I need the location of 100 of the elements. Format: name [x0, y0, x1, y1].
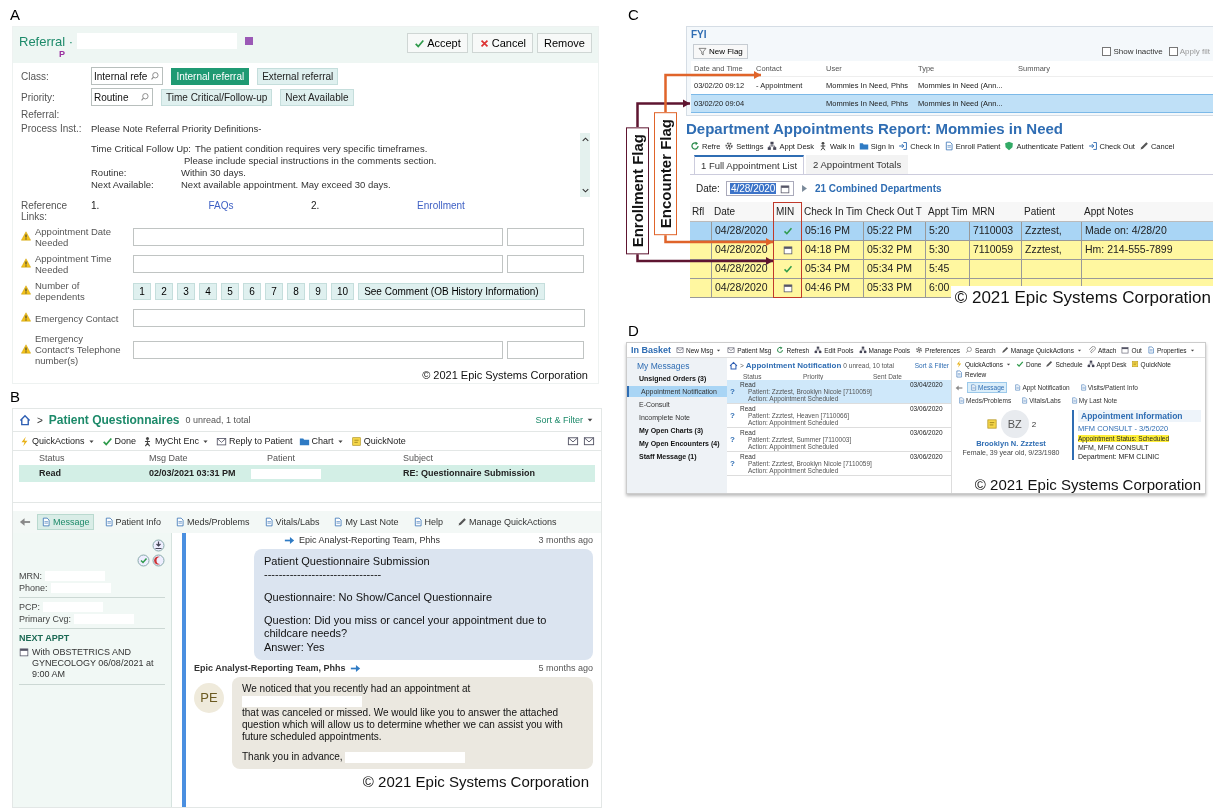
field-label: Process Inst.: [21, 123, 83, 136]
priority-mark: ? [730, 435, 736, 444]
lookup-field[interactable]: Routine [91, 88, 153, 106]
play-icon[interactable] [799, 184, 809, 193]
input-field[interactable] [133, 340, 503, 359]
option-button[interactable]: External referral [257, 67, 339, 85]
download-icon[interactable] [152, 538, 165, 552]
message-count: 0 unread, 1 total [185, 415, 251, 425]
back-arrow-icon[interactable] [19, 515, 31, 528]
input-field[interactable] [507, 340, 584, 359]
option-button[interactable]: Time Critical/Follow-up [161, 88, 273, 106]
document-icon [263, 516, 274, 527]
envelope-icon[interactable] [567, 435, 579, 447]
avatar: BZ [1000, 410, 1029, 438]
cross-icon [478, 37, 490, 49]
reference-link[interactable]: Enrollment [351, 200, 531, 211]
column-header: Subject [402, 452, 435, 465]
toolbar-button[interactable]: Reply to Patient [216, 435, 293, 447]
toolbar-button[interactable]: QuickNote [350, 435, 406, 447]
pencil-icon [1000, 346, 1009, 354]
option-button[interactable]: 9 [309, 282, 327, 300]
action-button[interactable]: Cancel [471, 33, 534, 53]
departments-link[interactable]: 21 Combined Departments [814, 183, 942, 194]
checkbox[interactable] [1102, 47, 1112, 56]
action-button[interactable]: Remove [537, 33, 592, 53]
document-icon [1014, 384, 1022, 391]
tab[interactable]: My Last Note [329, 513, 403, 530]
input-field[interactable] [507, 255, 584, 273]
sort-filter-link[interactable]: Sort & Filter [535, 415, 595, 425]
option-button[interactable]: 10 [331, 282, 355, 300]
input-field[interactable] [507, 228, 584, 246]
network-icon [1086, 360, 1095, 368]
option-button[interactable]: 1 [133, 282, 151, 300]
tab[interactable]: 2 Appointment Totals [806, 155, 909, 174]
checkbox[interactable] [1168, 47, 1178, 56]
tab[interactable]: 1 Full Appointment List [694, 155, 805, 174]
lookup-field[interactable]: Internal refe [91, 67, 164, 85]
tab[interactable]: Meds/Problems [171, 513, 254, 530]
option-button[interactable]: 3 [177, 282, 195, 300]
option-button[interactable]: 8 [287, 282, 305, 300]
report-title: Department Appointments Report: Mommies in Need [686, 119, 1064, 139]
column-header: MRN [970, 202, 1022, 222]
table-cell: 05:22 PM [864, 222, 926, 241]
reference-link[interactable]: FAQs [131, 200, 311, 211]
warning-icon [21, 258, 31, 268]
tab[interactable]: Vitals/Labs [259, 513, 324, 530]
field-label: Referral: [21, 109, 61, 120]
search-icon [965, 346, 974, 354]
new-flag-button[interactable]: New Flag [693, 44, 748, 59]
action-button[interactable]: Accept [407, 33, 468, 53]
field-label: PCP: [19, 601, 40, 612]
pencil-icon [457, 516, 468, 527]
table-cell: 05:32 PM [864, 241, 926, 260]
panel-letter: C [627, 6, 640, 25]
column-header: Patient [266, 452, 297, 465]
home-icon[interactable] [729, 361, 738, 370]
tab[interactable]: Message [37, 513, 94, 530]
date-field[interactable]: 4/28/2020 [725, 181, 794, 196]
field-label: MRN: [19, 570, 42, 581]
folder-icon [858, 141, 869, 151]
option-button[interactable]: Internal referral [171, 67, 250, 85]
option-button[interactable]: Next Available [280, 88, 354, 106]
tab[interactable]: Manage QuickActions [453, 513, 561, 530]
tab[interactable]: Help [408, 513, 448, 530]
annotation-label: Encounter Flag [654, 112, 677, 236]
home-icon[interactable] [19, 414, 31, 426]
option-button[interactable]: 5 [221, 282, 239, 300]
input-field[interactable] [133, 228, 503, 246]
table-cell: 04/28/2020 [712, 279, 774, 298]
toolbar-button[interactable]: MyCht Enc [142, 435, 211, 447]
folder-title: Appointment Notification [745, 361, 842, 370]
input-field[interactable] [133, 255, 503, 273]
table-cell: Made on: 4/28/20 [1082, 222, 1213, 241]
option-button[interactable]: 7 [265, 282, 283, 300]
settings-icon [724, 141, 735, 151]
option-button[interactable]: 2 [155, 282, 173, 300]
back-arrow-icon[interactable] [955, 383, 963, 392]
lightning-icon [19, 435, 30, 447]
input-field[interactable] [133, 309, 585, 327]
envelope-icon[interactable] [583, 435, 595, 447]
option-button[interactable]: 6 [243, 282, 261, 300]
warning-icon [21, 285, 31, 295]
crescent-icon[interactable] [152, 553, 165, 567]
message-time: 5 months ago [538, 663, 593, 674]
option-button[interactable]: See Comment (OB History Information) [358, 282, 545, 300]
table-cell: 04/28/2020 [712, 222, 774, 241]
appointment-text: With OBSTETRICS AND GYNECOLOGY 06/08/2021 at 9:00 AM [32, 646, 155, 680]
option-button[interactable]: 4 [199, 282, 217, 300]
chevron-up-icon[interactable] [580, 135, 590, 144]
toolbar-button[interactable]: Done [101, 435, 137, 447]
scrollbar[interactable] [580, 133, 590, 197]
panel-title: FYI [690, 28, 708, 42]
tab[interactable]: Patient Info [99, 513, 166, 530]
toolbar-button[interactable]: QuickActions [19, 435, 96, 447]
toolbar-button[interactable]: Chart [298, 435, 345, 447]
table-cell [970, 260, 1022, 279]
column-header: MIN [774, 202, 802, 222]
chevron-down-icon[interactable] [580, 186, 590, 195]
table-cell: 02/03/2021 03:31 PM [129, 465, 247, 482]
calendar-icon [782, 283, 793, 293]
